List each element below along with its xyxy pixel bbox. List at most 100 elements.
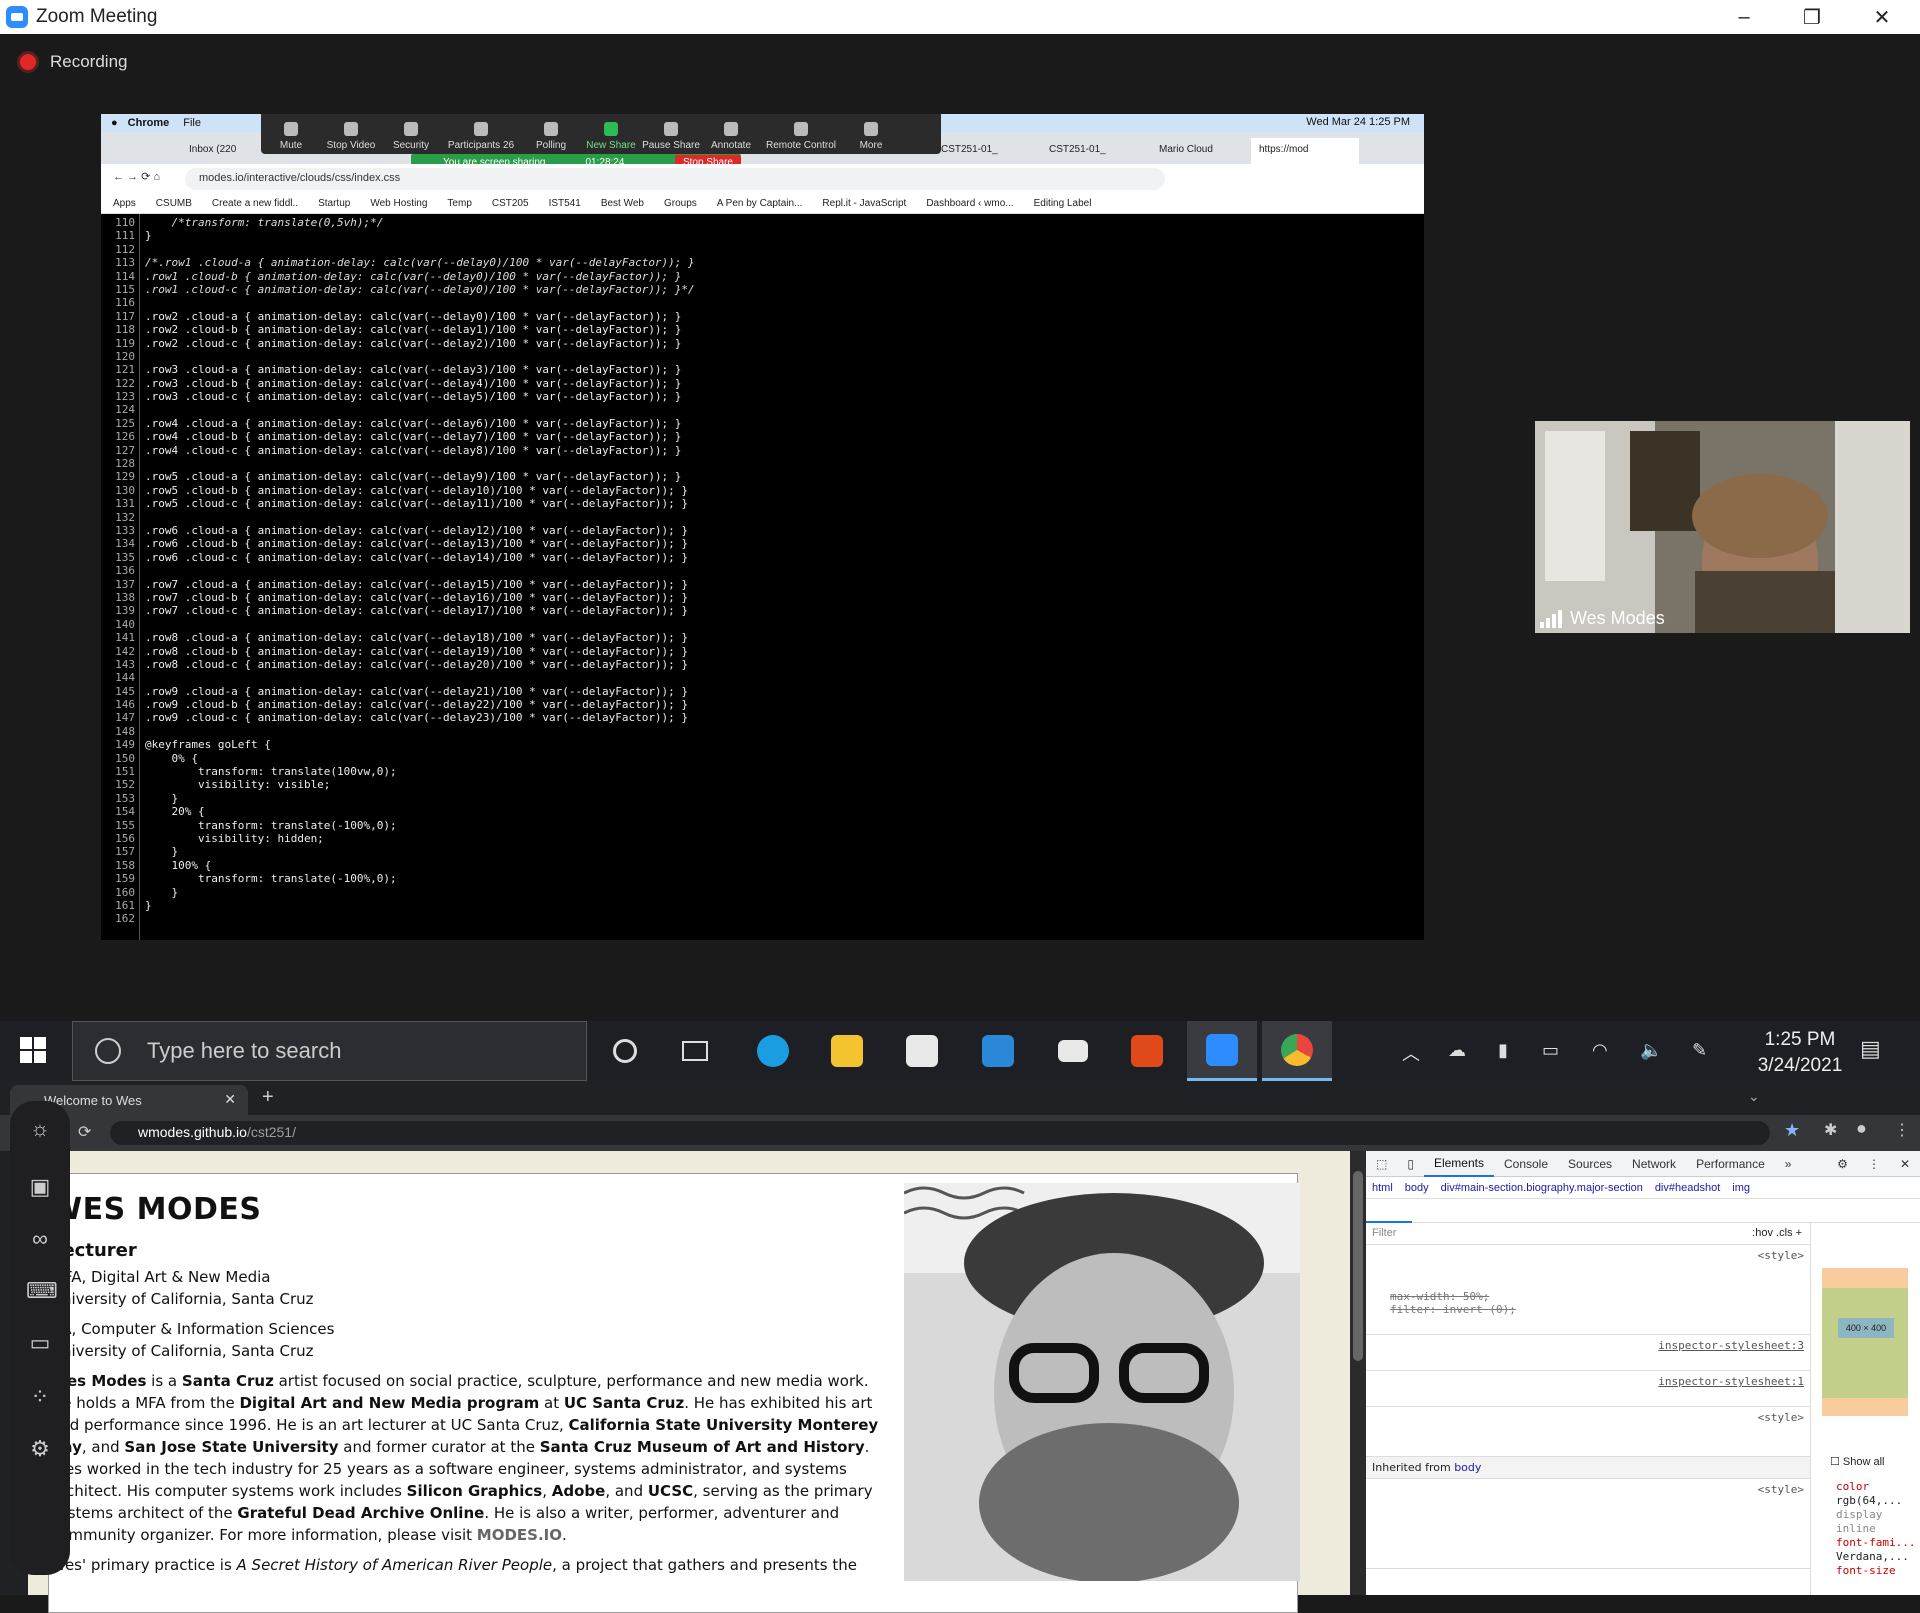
rule-property[interactable]: transition: ▸ width 1s; — [1372, 1276, 1804, 1290]
bookmark[interactable]: CST205 — [492, 198, 529, 209]
maximize-button[interactable]: ❐ — [1782, 0, 1842, 34]
remote-control-button[interactable]: Remote Control — [761, 114, 841, 154]
chevron-up-icon[interactable]: ︿ — [1402, 1040, 1420, 1066]
bookmark-star-icon[interactable]: ★ — [1784, 1120, 1800, 1141]
breadcrumb-item[interactable]: img — [1732, 1182, 1750, 1194]
subtab-event-listeners[interactable]: Event Listeners — [1528, 1205, 1620, 1217]
shared-tab-active[interactable]: https://mod — [1251, 138, 1359, 164]
bookmark[interactable]: Best Web — [601, 198, 644, 209]
edge-button[interactable] — [738, 1021, 808, 1081]
pen-tray-icon[interactable]: ✎ — [1692, 1040, 1707, 1061]
onedrive-icon[interactable]: ☁ — [1448, 1040, 1466, 1061]
nav-arrows-icon[interactable]: ← → ⟳ ⌂ — [113, 170, 160, 183]
cortana-button[interactable] — [590, 1021, 660, 1081]
inspect-element-icon[interactable]: ⬚ — [1366, 1157, 1397, 1171]
bookmark[interactable]: Repl.it - JavaScript — [822, 198, 906, 209]
annotate-button[interactable]: Annotate — [701, 114, 761, 154]
shared-tab[interactable]: CST251-01_ — [933, 138, 1006, 164]
chrome-taskbar-button[interactable] — [1262, 1021, 1332, 1081]
rule-property[interactable]: color: #404040; — [1372, 1537, 1804, 1551]
microphone-tray-icon[interactable]: ▮ — [1498, 1040, 1508, 1061]
rule-property[interactable]: font-size: 15px; — [1372, 1510, 1804, 1524]
style-rule[interactable]: html, body { <style> font-family: Verdan… — [1366, 1479, 1810, 1569]
subtab-layout[interactable]: Layout — [1479, 1205, 1528, 1217]
link-icon[interactable]: ∞ — [26, 1225, 54, 1253]
tab-elements[interactable]: Elements — [1423, 1151, 1494, 1177]
pen-app-button[interactable] — [1038, 1021, 1108, 1081]
close-button[interactable]: ✕ — [1852, 0, 1912, 34]
styles-filter-input[interactable]: Filter :hov .cls + — [1366, 1223, 1810, 1245]
subtab-computed[interactable]: Computed — [1412, 1205, 1479, 1217]
taskbar-clock[interactable]: 1:25 PM 3/24/2021 — [1740, 1027, 1860, 1079]
profile-avatar-icon[interactable]: ● — [1856, 1118, 1867, 1139]
breadcrumb-item[interactable]: div#headshot — [1655, 1182, 1720, 1194]
participant-video[interactable] — [1535, 421, 1910, 633]
volume-icon[interactable]: 🔈 — [1640, 1040, 1662, 1061]
style-rule[interactable]: img { inspector-stylesheet:3 } — [1366, 1335, 1810, 1371]
calendar-icon[interactable]: ▣ — [26, 1173, 54, 1201]
wifi-icon[interactable]: ◠ — [1592, 1040, 1608, 1061]
computed-prop[interactable]: font-size — [1836, 1564, 1915, 1578]
tab-sources[interactable]: Sources — [1558, 1157, 1622, 1171]
tab-search-icon[interactable]: ⌄ — [1748, 1088, 1760, 1105]
laptop-icon[interactable]: ▭ — [26, 1329, 54, 1357]
modes-io-link[interactable]: MODES.IO — [477, 1526, 562, 1544]
rule-property[interactable]: line-height: 1.5; — [1372, 1524, 1804, 1538]
bookmark[interactable]: Groups — [664, 198, 697, 209]
bookmark[interactable]: Startup — [318, 198, 350, 209]
windows-start-icon[interactable] — [20, 1037, 46, 1063]
shared-tab[interactable]: Mario Cloud — [1151, 138, 1221, 164]
bookmark[interactable]: Web Hosting — [370, 198, 427, 209]
recording-indicator[interactable]: Recording — [20, 52, 128, 72]
show-all-checkbox[interactable]: ☐ Show all — [1830, 1455, 1885, 1468]
style-rule[interactable]: #headshot img { <style> width: 400px; tr… — [1366, 1245, 1810, 1335]
mail-button[interactable] — [963, 1021, 1033, 1081]
close-devtools-icon[interactable]: ✕ — [1890, 1157, 1920, 1171]
battery-icon[interactable]: ▭ — [1542, 1040, 1559, 1061]
breadcrumb-item[interactable]: html — [1372, 1182, 1393, 1194]
rule-property-invalid[interactable]: filter: invert (0); — [1372, 1303, 1804, 1317]
shared-tab[interactable]: CST251-01_ — [1041, 138, 1114, 164]
code-editor[interactable]: 110 111 112 113 114 115 116 117 118 119 120 121 122 1… — [101, 214, 1424, 940]
filter-toggles[interactable]: :hov .cls + — [1752, 1227, 1802, 1239]
address-bar[interactable]: wmodes.github.io/cst251/ — [110, 1121, 1770, 1145]
rule-property[interactable]: width: 400px; — [1372, 1263, 1804, 1277]
security-button[interactable]: Security — [381, 114, 441, 154]
subtab-dom-breakpoints[interactable]: DOM Breakpoints — [1620, 1205, 1723, 1217]
computed-prop[interactable]: display — [1836, 1508, 1915, 1522]
stop-video-button[interactable]: Stop Video — [321, 114, 381, 154]
tab-performance[interactable]: Performance — [1686, 1157, 1775, 1171]
shared-url-bar[interactable]: modes.io/interactive/clouds/css/index.cs… — [185, 168, 1165, 190]
zoom-taskbar-button[interactable] — [1187, 1021, 1257, 1081]
sun-icon[interactable]: ☼ — [26, 1115, 54, 1143]
scrollbar-thumb[interactable] — [1353, 1171, 1363, 1361]
settings-gear-icon[interactable]: ⚙ — [1827, 1157, 1858, 1171]
more-button[interactable]: More — [841, 114, 901, 154]
mute-button[interactable]: Mute — [261, 114, 321, 154]
bookmark[interactable]: Temp — [447, 198, 471, 209]
rule-source[interactable]: <style> — [1758, 1483, 1804, 1497]
taskbar-search-box[interactable]: Type here to search — [72, 1021, 587, 1081]
bookmark[interactable]: Apps — [113, 198, 136, 209]
apps-grid-icon[interactable]: ⁘ — [26, 1383, 54, 1411]
device-toggle-icon[interactable]: ▯ — [1397, 1157, 1424, 1171]
menu-kebab-icon[interactable]: ⋮ — [1894, 1120, 1910, 1140]
bookmark[interactable]: Editing Label — [1034, 198, 1092, 209]
bookmark[interactable]: IST541 — [549, 198, 581, 209]
rule-source[interactable]: <style> — [1758, 1249, 1804, 1263]
subtab-properties[interactable]: Properties — [1722, 1205, 1788, 1217]
subtab-styles[interactable]: Styles — [1366, 1199, 1412, 1223]
new-share-button[interactable]: New Share — [581, 114, 641, 154]
task-view-button[interactable] — [660, 1021, 730, 1081]
breadcrumb-item[interactable]: body — [1405, 1182, 1429, 1194]
rule-source[interactable]: inspector-stylesheet:3 — [1658, 1339, 1804, 1353]
tab-console[interactable]: Console — [1494, 1157, 1558, 1171]
keyboard-icon[interactable]: ⌨ — [26, 1277, 58, 1305]
pause-share-button[interactable]: Pause Share — [641, 114, 701, 154]
shared-tab[interactable]: Inbox (220 — [181, 138, 245, 164]
rule-property[interactable]: max-width: 100%; — [1372, 1425, 1804, 1439]
notifications-icon[interactable]: ▤ — [1860, 1036, 1881, 1062]
bookmark[interactable]: A Pen by Captain... — [717, 198, 803, 209]
rule-source[interactable]: <style> — [1758, 1411, 1804, 1425]
participants-button[interactable]: Participants 26 — [441, 114, 521, 154]
